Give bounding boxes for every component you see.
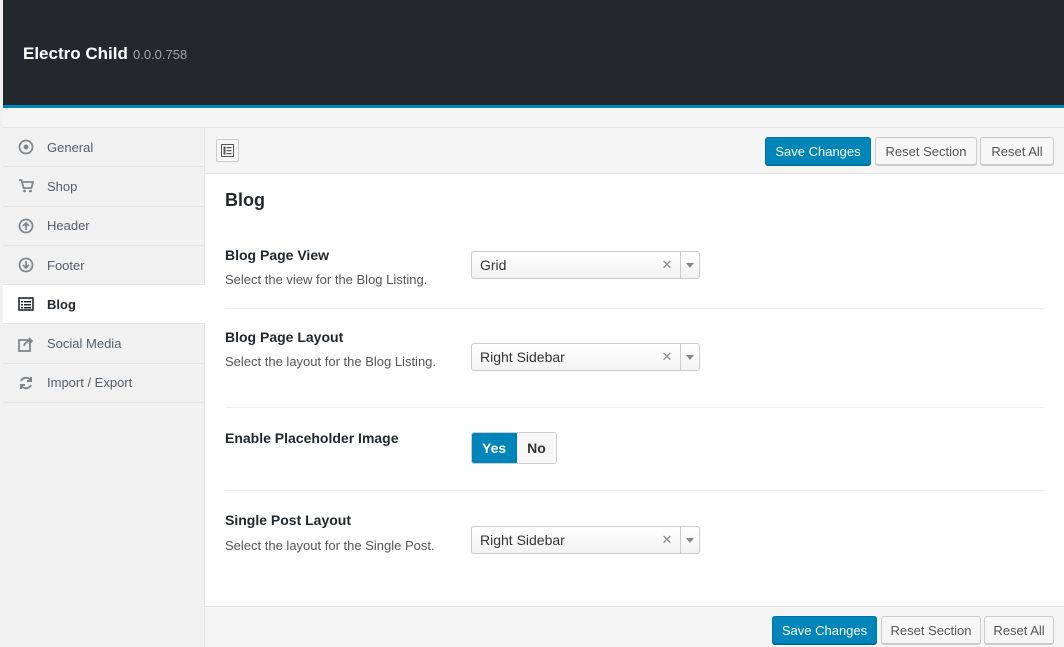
field-label: Blog Page Layout: [225, 329, 344, 345]
section-title: Blog: [225, 190, 265, 210]
sidebar-item-social-media[interactable]: Social Media: [3, 324, 204, 364]
toggle-no-button[interactable]: No: [517, 433, 556, 463]
sidebar-item-label: Header: [47, 218, 90, 234]
select-value: Right Sidebar: [480, 349, 565, 365]
blog-page-layout-select[interactable]: Right Sidebar ✕: [471, 343, 700, 371]
reset-all-button[interactable]: Reset All: [980, 137, 1054, 165]
save-changes-button[interactable]: Save Changes: [765, 137, 871, 165]
share-icon: [17, 335, 35, 353]
clear-icon[interactable]: ✕: [660, 349, 674, 365]
sidebar-item-label: General: [47, 139, 94, 155]
list-alt-icon: [17, 295, 35, 313]
field-label: Single Post Layout: [225, 512, 352, 528]
top-header: Electro Child 0.0.0.758: [3, 0, 1064, 105]
select-value: Right Sidebar: [480, 532, 565, 548]
sidebar-item-label: Blog: [47, 296, 76, 312]
options-panel: Save Changes Reset Section Reset All Blo…: [205, 128, 1064, 647]
cart-icon: [17, 177, 35, 195]
single-post-layout-select[interactable]: Right Sidebar ✕: [471, 526, 700, 554]
blog-page-view-select[interactable]: Grid ✕: [471, 251, 700, 279]
clear-icon[interactable]: ✕: [660, 257, 674, 273]
sidebar-item-footer[interactable]: Footer: [3, 246, 204, 286]
field-description: Select the layout for the Single Post.: [225, 538, 435, 553]
sidebar-item-label: Social Media: [47, 336, 122, 352]
chevron-down-icon[interactable]: [681, 354, 699, 360]
app-version: 0.0.0.758: [133, 47, 188, 62]
field-single-post-layout: Single Post Layout Select the layout for…: [225, 491, 1044, 591]
chevron-down-icon[interactable]: [681, 537, 699, 543]
arrow-down-circle-icon: [17, 256, 35, 274]
sidebar-item-blog[interactable]: Blog: [3, 285, 205, 325]
field-blog-page-layout: Blog Page Layout Select the layout for t…: [225, 309, 1044, 408]
reset-section-button[interactable]: Reset Section: [875, 137, 977, 165]
clear-icon[interactable]: ✕: [660, 532, 674, 548]
refresh-icon: [17, 374, 35, 392]
field-blog-page-view: Blog Page View Select the view for the B…: [225, 231, 1044, 309]
sidebar-item-label: Footer: [47, 257, 85, 273]
chevron-down-icon[interactable]: [681, 262, 699, 268]
field-label: Enable Placeholder Image: [225, 430, 399, 446]
sidebar-item-label: Import / Export: [47, 375, 133, 391]
bottom-toolbar: Save Changes Reset Section Reset All: [205, 606, 1064, 647]
field-description: Select the layout for the Blog Listing.: [225, 354, 437, 369]
sidebar-item-general[interactable]: General: [3, 128, 204, 168]
field-enable-placeholder-image: Enable Placeholder Image Yes No: [225, 408, 1044, 491]
select-value: Grid: [480, 257, 507, 273]
top-toolbar: Save Changes Reset Section Reset All: [205, 128, 1064, 174]
field-label: Blog Page View: [225, 247, 329, 263]
expand-icon: [221, 144, 234, 157]
app-title: Electro Child: [23, 44, 128, 63]
sidebar: General Shop Header Footer Blog Social M…: [3, 128, 205, 647]
toggle-yes-button[interactable]: Yes: [472, 433, 518, 463]
sidebar-item-label: Shop: [47, 178, 78, 194]
reset-section-button-bottom[interactable]: Reset Section: [881, 616, 981, 644]
field-description: Select the view for the Blog Listing.: [225, 272, 428, 287]
info-circle-icon: [17, 138, 35, 156]
sidebar-item-shop[interactable]: Shop: [3, 167, 204, 207]
placeholder-image-toggle: Yes No: [471, 432, 557, 464]
reset-all-button-bottom[interactable]: Reset All: [984, 616, 1054, 644]
arrow-up-circle-icon: [17, 217, 35, 235]
sub-header-bar: [3, 108, 1064, 128]
sidebar-menu: General Shop Header Footer Blog Social M…: [3, 128, 205, 404]
save-changes-button-bottom[interactable]: Save Changes: [772, 616, 877, 644]
expand-options-button[interactable]: [216, 139, 239, 162]
sidebar-item-header[interactable]: Header: [3, 207, 204, 246]
sidebar-item-import-export[interactable]: Import / Export: [3, 364, 204, 404]
